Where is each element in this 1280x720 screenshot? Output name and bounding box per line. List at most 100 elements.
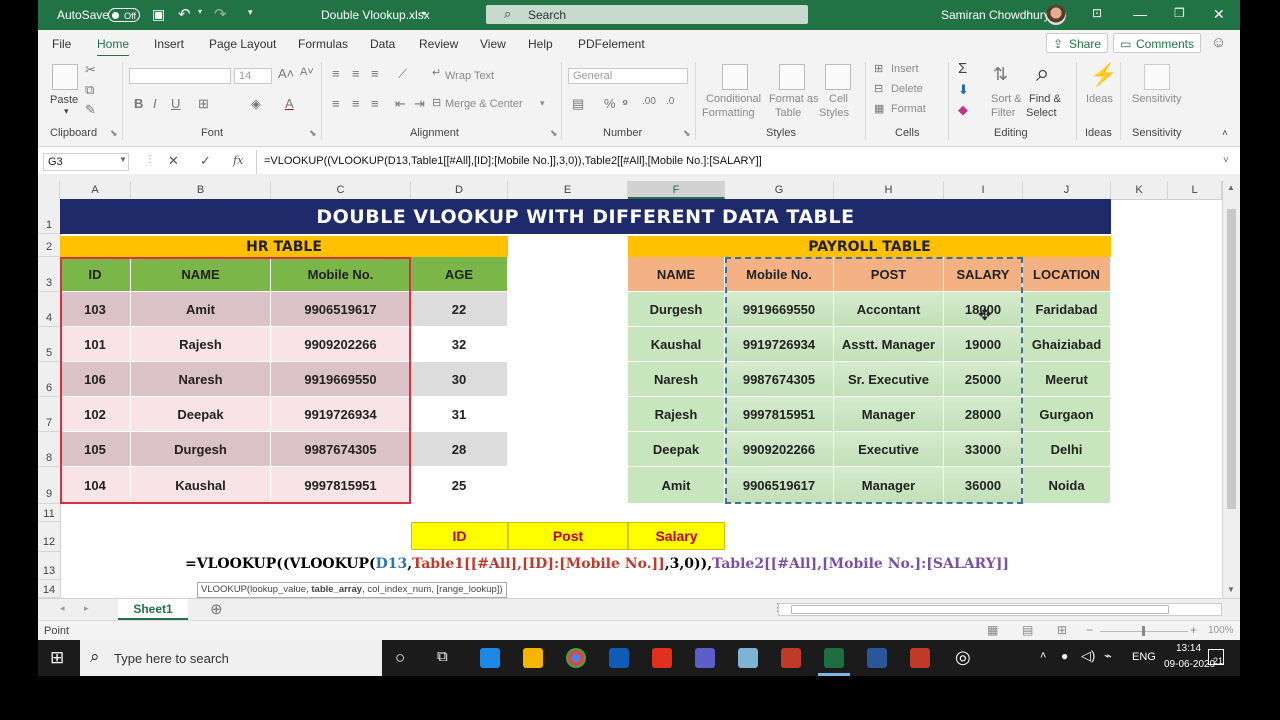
payroll-table-cell[interactable]: Asstt. Manager xyxy=(834,327,944,362)
payroll-table-cell[interactable]: 9987674305 xyxy=(725,362,834,397)
format-painter-icon[interactable]: ✎ xyxy=(85,102,96,118)
percent-icon[interactable]: % xyxy=(604,96,616,111)
formula-input[interactable]: =VLOOKUP((VLOOKUP(D13,Table1[[#All],[ID]… xyxy=(264,155,762,167)
borders-icon[interactable]: ⊞ xyxy=(198,96,209,112)
hr-table-cell[interactable]: Deepak xyxy=(131,397,271,432)
app-icon[interactable] xyxy=(738,648,758,668)
payroll-table-cell[interactable]: Noida xyxy=(1023,467,1111,504)
name-box-dropdown-icon[interactable]: ▼ xyxy=(119,155,127,164)
payroll-table-cell[interactable]: Rajesh xyxy=(628,397,725,432)
payroll-header-cell[interactable]: NAME xyxy=(628,257,725,292)
payroll-table-cell[interactable]: Ghaiziabad xyxy=(1023,327,1111,362)
sort-filter-label-1[interactable]: Sort & xyxy=(991,93,1022,105)
feedback-smiley-icon[interactable]: ☺ xyxy=(1211,34,1226,51)
column-header[interactable]: C xyxy=(271,181,411,199)
file-explorer-icon[interactable] xyxy=(523,648,543,668)
payroll-table-cell[interactable]: 25000 xyxy=(944,362,1023,397)
hr-header-cell[interactable]: NAME xyxy=(131,257,271,292)
hr-table-cell[interactable]: 9987674305 xyxy=(271,432,411,467)
font-size-box[interactable]: 14 xyxy=(234,68,272,84)
row-header[interactable]: 14 xyxy=(38,580,60,598)
ribbon-display-icon[interactable]: ⊡ xyxy=(1092,6,1102,20)
column-header[interactable]: H xyxy=(834,181,944,199)
tab-home[interactable]: Home xyxy=(97,37,130,57)
bold-icon[interactable]: B xyxy=(134,96,143,111)
font-name-box[interactable] xyxy=(129,68,231,84)
column-header[interactable]: B xyxy=(131,181,271,199)
column-header[interactable]: J xyxy=(1023,181,1111,199)
zoom-out-icon[interactable]: − xyxy=(1086,623,1093,637)
normal-view-icon[interactable]: ▦ xyxy=(987,623,998,637)
fill-icon[interactable]: ⬇ xyxy=(958,82,969,98)
clock-time[interactable]: 13:14 xyxy=(1176,643,1201,654)
close-icon[interactable]: ✕ xyxy=(1213,6,1225,23)
italic-icon[interactable]: I xyxy=(153,96,157,111)
align-middle-icon[interactable]: ≡ xyxy=(352,66,360,81)
tab-formulas[interactable]: Formulas xyxy=(298,37,348,51)
wrap-text-icon[interactable]: ↵ xyxy=(432,66,441,79)
find-select-label-2[interactable]: Select xyxy=(1026,107,1057,119)
page-layout-view-icon[interactable]: ▤ xyxy=(1022,623,1033,637)
ideas-icon[interactable]: ⚡ xyxy=(1090,62,1117,88)
column-header[interactable]: I xyxy=(944,181,1023,199)
hr-table-cell[interactable]: 106 xyxy=(60,362,131,397)
page-break-view-icon[interactable]: ⊞ xyxy=(1057,623,1067,637)
filename-dropdown-icon[interactable]: ▾ xyxy=(422,9,426,18)
merge-center-icon[interactable]: ⊟ xyxy=(432,96,441,109)
payroll-header-cell[interactable]: POST xyxy=(834,257,944,292)
hr-table-cell[interactable]: Kaushal xyxy=(131,467,271,504)
row-header[interactable]: 13 xyxy=(38,552,60,580)
column-header[interactable]: G xyxy=(725,181,834,199)
insert-cells-button[interactable]: Insert xyxy=(891,63,919,75)
increase-indent-icon[interactable]: ⇥ xyxy=(414,96,425,112)
payroll-table-cell[interactable]: Manager xyxy=(834,467,944,504)
tray-overflow-icon[interactable]: ˄ xyxy=(1040,650,1046,662)
format-as-table-icon[interactable] xyxy=(779,64,805,90)
column-header[interactable]: E xyxy=(508,181,628,199)
tab-help[interactable]: Help xyxy=(528,37,553,51)
lookup-id-header[interactable]: ID xyxy=(411,522,508,550)
cell-formula-edit[interactable]: =VLOOKUP((VLOOKUP(D13,Table1[[#All],[ID]… xyxy=(185,556,1009,572)
column-header[interactable]: L xyxy=(1168,181,1222,199)
restore-icon[interactable]: ❐ xyxy=(1174,6,1185,20)
paste-button[interactable]: Paste xyxy=(50,94,78,106)
teams-icon[interactable] xyxy=(695,648,715,668)
hr-table-cell[interactable]: 9919669550 xyxy=(271,362,411,397)
merge-center-button[interactable]: Merge & Center xyxy=(445,98,523,110)
decrease-indent-icon[interactable]: ⇤ xyxy=(395,96,406,112)
align-right-icon[interactable]: ≡ xyxy=(371,96,379,111)
align-bottom-icon[interactable]: ≡ xyxy=(371,66,379,81)
tab-view[interactable]: View xyxy=(480,37,506,51)
chrome-icon[interactable] xyxy=(566,648,586,668)
edge-icon[interactable] xyxy=(480,648,500,668)
enter-icon[interactable]: ✓ xyxy=(200,153,211,169)
column-header[interactable]: A xyxy=(60,181,131,199)
hr-table-cell[interactable]: Rajesh xyxy=(131,327,271,362)
payroll-table-cell[interactable]: Executive xyxy=(834,432,944,467)
horizontal-scrollbar[interactable] xyxy=(778,603,1222,616)
word-icon[interactable] xyxy=(867,648,887,668)
hr-table-cell[interactable]: 28 xyxy=(411,432,508,467)
alignment-launcher-icon[interactable]: ⬊ xyxy=(550,128,558,139)
payroll-table-cell[interactable]: 9919726934 xyxy=(725,327,834,362)
prev-sheet-icon[interactable]: ◂ xyxy=(60,603,65,614)
payroll-table-cell[interactable]: Sr. Executive xyxy=(834,362,944,397)
scroll-thumb[interactable] xyxy=(1227,209,1236,509)
cell-styles-label-1[interactable]: Cell xyxy=(829,93,848,105)
network-icon[interactable]: ⌁ xyxy=(1104,648,1112,664)
paste-dropdown-icon[interactable]: ▾ xyxy=(64,106,69,117)
sheet-banner-title[interactable]: DOUBLE VLOOKUP WITH DIFFERENT DATA TABLE xyxy=(60,199,1111,234)
payroll-table-cell[interactable]: Durgesh xyxy=(628,292,725,327)
hr-table-cell[interactable]: 32 xyxy=(411,327,508,362)
insert-function-icon[interactable]: fx xyxy=(233,154,243,167)
merge-dropdown-icon[interactable]: ▾ xyxy=(540,98,545,109)
hr-table-cell[interactable]: Amit xyxy=(131,292,271,327)
conditional-formatting-icon[interactable] xyxy=(722,64,748,90)
cortana-icon[interactable]: ○ xyxy=(395,648,405,668)
row-header[interactable]: 2 xyxy=(38,234,60,257)
new-sheet-icon[interactable]: ⊕ xyxy=(210,600,223,618)
zoom-in-icon[interactable]: + xyxy=(1190,623,1197,637)
hr-table-cell[interactable]: 101 xyxy=(60,327,131,362)
hr-table-cell[interactable]: Naresh xyxy=(131,362,271,397)
hr-table-cell[interactable]: 102 xyxy=(60,397,131,432)
